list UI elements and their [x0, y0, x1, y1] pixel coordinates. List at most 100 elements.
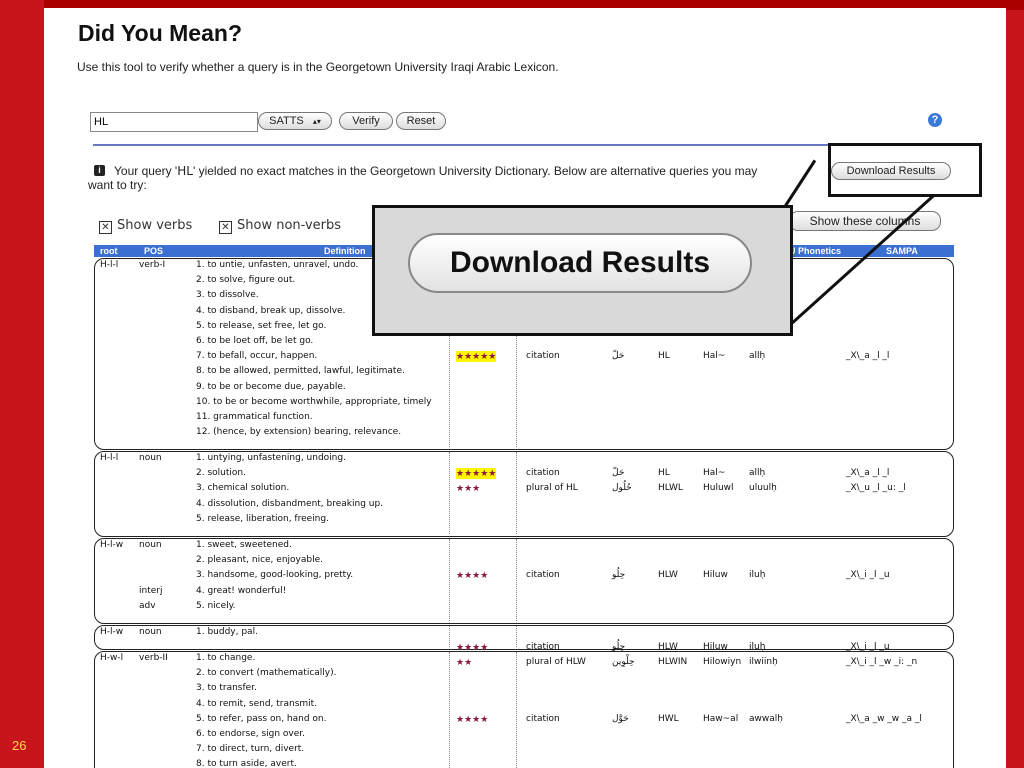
left-frame-strip — [0, 0, 44, 768]
root-cell: H-l-w — [100, 627, 124, 637]
checkbox-checked-icon: ✕ — [219, 221, 232, 234]
message-text-before: Your query ' — [114, 164, 178, 178]
definition-line: 2. pleasant, nice, enjoyable. — [196, 555, 323, 566]
definition-line: 8. to turn aside, avert. — [196, 759, 297, 768]
definition-line: 2. solution. — [196, 468, 246, 479]
sampa-form: _X\_u _l _u: _l — [846, 483, 906, 494]
phonetic-form: allḥ — [749, 468, 766, 479]
rating-stars: ★★★★★ — [456, 351, 497, 363]
pos-cell: noun — [139, 627, 162, 637]
column-separator — [516, 452, 517, 534]
definition-line: 5. release, liberation, freeing. — [196, 513, 329, 524]
phonetic-form: awwalḥ — [749, 713, 783, 724]
entry-type: citation — [526, 713, 560, 724]
show-nonverbs-label: Show non-verbs — [237, 218, 342, 233]
arabic-form: حَوَّل — [612, 713, 629, 724]
definition-line: 1. buddy, pal. — [196, 627, 258, 637]
phonetic-form: allḥ — [749, 351, 766, 362]
entry-type: citation — [526, 570, 560, 581]
phonetic-form: uluulḥ — [749, 483, 777, 494]
column-separator — [449, 626, 450, 647]
buckwalter-form: Hal~ — [703, 468, 726, 479]
rating-stars: ★★★ — [456, 483, 481, 494]
verify-button[interactable]: Verify — [339, 112, 393, 130]
show-verbs-checkbox[interactable]: ✕ Show verbs — [99, 218, 193, 234]
divider — [93, 144, 953, 146]
column-separator — [449, 652, 450, 768]
satts-form: HL — [658, 468, 670, 479]
definition-line: 5. to release, set free, let go. — [196, 320, 327, 331]
no-match-message: Your query 'HL' yielded no exact matches… — [114, 164, 844, 178]
zoom-highlight-box — [828, 143, 982, 197]
scheme-select-value: SATTS — [269, 115, 304, 127]
definition-line: 7. to befall, occur, happen. — [196, 351, 318, 362]
help-icon[interactable]: ? — [928, 113, 942, 127]
entry-type: plural of HL — [526, 483, 578, 494]
arabic-form: حُلُول — [612, 483, 632, 494]
buckwalter-form: Hal~ — [703, 351, 726, 362]
scheme-select[interactable]: SATTS ▴▾ — [258, 112, 332, 130]
zoomed-download-results-button: Download Results — [408, 233, 752, 293]
column-phonetics[interactable]: U Phonetics — [789, 245, 841, 257]
definition-line: 1. to untie, unfasten, unravel, undo. — [196, 260, 359, 270]
table-row[interactable] — [94, 538, 954, 624]
query-input[interactable]: HL — [90, 112, 258, 132]
show-nonverbs-checkbox[interactable]: ✕ Show non-verbs — [219, 218, 342, 234]
satts-form: HLW — [658, 570, 678, 581]
message-query: HL — [177, 164, 193, 178]
column-separator — [449, 452, 450, 534]
entry-type: citation — [526, 351, 560, 362]
column-separator — [449, 539, 450, 621]
root-cell: H-l-l — [100, 453, 119, 463]
column-separator — [516, 652, 517, 768]
message-text-after: ' yielded no exact matches in the George… — [192, 164, 758, 178]
content-panel: Did You Mean? Use this tool to verify wh… — [44, 8, 1006, 768]
definition-line: 12. (hence, by extension) bearing, relev… — [196, 427, 402, 438]
pos-cell: interj — [139, 585, 163, 596]
definition-line: 3. to dissolve. — [196, 290, 259, 301]
rating-stars: ★★★★ — [456, 570, 489, 581]
column-sampa[interactable]: SAMPA — [886, 245, 918, 257]
arabic-form: حَلّ — [612, 351, 625, 362]
buckwalter-form: Hiluw — [703, 570, 728, 581]
definition-line: 3. handsome, good-looking, pretty. — [196, 570, 354, 581]
slide-number: 26 — [12, 738, 27, 753]
root-cell: H-l-w — [100, 540, 124, 550]
column-definition[interactable]: Definition — [324, 245, 366, 257]
pos-cell: verb-I — [139, 260, 166, 270]
column-root[interactable]: root — [100, 245, 118, 257]
page-title: Did You Mean? — [78, 20, 242, 46]
pos-cell: noun — [139, 453, 162, 463]
root-cell: H-w-l — [100, 653, 124, 663]
buckwalter-form: Haw~al — [703, 713, 739, 724]
phonetic-form: iluḥ — [749, 570, 766, 581]
definition-line: 8. to be allowed, permitted, lawful, leg… — [196, 366, 405, 377]
definition-line: 2. to solve, figure out. — [196, 275, 296, 286]
definition-line: 6. to endorse, sign over. — [196, 729, 306, 739]
definition-line: 4. great! wonderful! — [196, 585, 287, 596]
select-arrows-icon: ▴▾ — [312, 117, 321, 126]
buckwalter-form: Huluwl — [703, 483, 734, 494]
arabic-form: حِلُو — [612, 570, 626, 581]
definition-line: 2. to convert (mathematically). — [196, 668, 337, 679]
page-subtitle: Use this tool to verify whether a query … — [77, 60, 559, 74]
definition-line: 9. to be or become due, payable. — [196, 381, 346, 392]
definition-line: 3. chemical solution. — [196, 483, 290, 494]
table-row[interactable] — [94, 451, 954, 537]
show-verbs-label: Show verbs — [117, 218, 193, 233]
sampa-form: _X\_a _l _l — [846, 468, 890, 479]
info-icon: i — [94, 165, 105, 176]
definition-line: 4. dissolution, disbandment, breaking up… — [196, 498, 384, 509]
definition-line: 1. to change. — [196, 653, 256, 663]
reset-button[interactable]: Reset — [396, 112, 446, 130]
root-cell: H-l-l — [100, 260, 119, 270]
entry-type: citation — [526, 468, 560, 479]
pos-cell: adv — [139, 600, 156, 611]
arabic-form: حَلّ — [612, 468, 625, 479]
show-columns-button[interactable]: Show these columns — [789, 211, 941, 231]
definition-line: 1. sweet, sweetened. — [196, 540, 292, 550]
definition-line: 4. to remit, send, transmit. — [196, 698, 318, 709]
satts-form: HL — [658, 351, 670, 362]
column-pos[interactable]: POS — [144, 245, 163, 257]
definition-line: 1. untying, unfastening, undoing. — [196, 453, 346, 463]
